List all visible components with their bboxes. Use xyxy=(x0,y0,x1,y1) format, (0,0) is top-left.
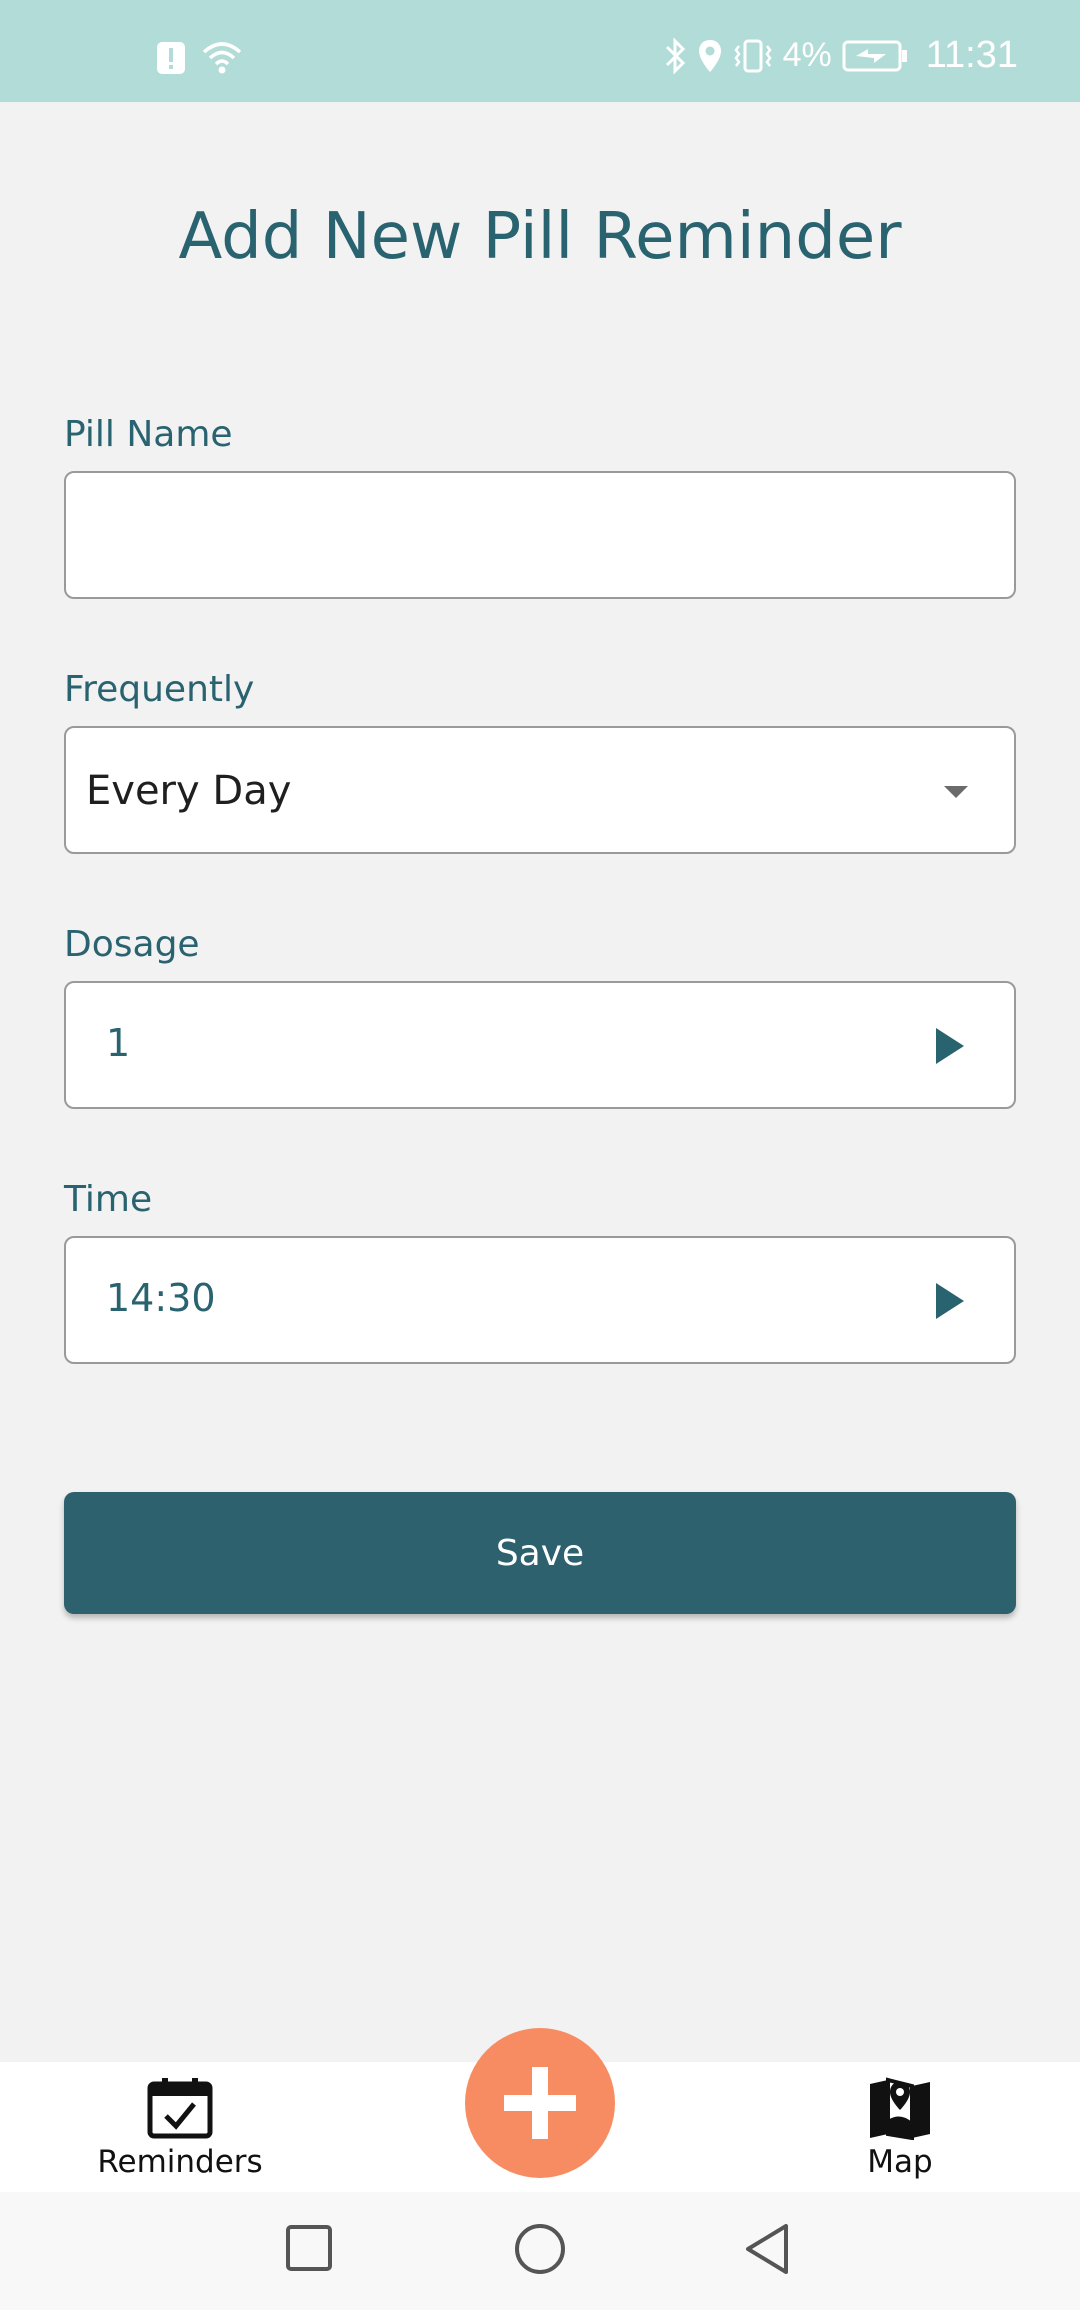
alert-icon xyxy=(157,42,185,74)
location-icon xyxy=(698,39,721,72)
system-nav-bar xyxy=(0,2192,1080,2310)
dosage-picker[interactable]: 1 xyxy=(64,981,1016,1109)
page-title: Add New Pill Reminder xyxy=(178,200,902,274)
pill-name-input[interactable] xyxy=(64,471,1016,599)
time-value: 14:30 xyxy=(106,1276,216,1320)
status-right-icons: 4% 11:31 xyxy=(663,34,1018,77)
status-left-icons xyxy=(156,40,244,76)
recent-apps-icon[interactable] xyxy=(285,2222,335,2276)
frequency-value: Every Day xyxy=(86,768,292,814)
nav-item-map[interactable]: Map xyxy=(840,2076,960,2180)
time-arrow-icon[interactable] xyxy=(936,1283,964,1319)
battery-percent: 4% xyxy=(782,36,832,74)
status-bar: 4% 11:31 xyxy=(0,0,1080,102)
save-button[interactable]: Save xyxy=(64,1492,1016,1614)
dropdown-caret-icon xyxy=(944,786,968,798)
bluetooth-icon xyxy=(665,36,685,75)
frequency-select[interactable]: Every Day xyxy=(64,726,1016,854)
back-icon[interactable] xyxy=(742,2222,792,2278)
dosage-label: Dosage xyxy=(64,924,200,965)
status-time: 11:31 xyxy=(925,34,1018,76)
nav-map-label: Map xyxy=(867,2144,933,2180)
nav-item-reminders[interactable]: Reminders xyxy=(97,2076,263,2180)
plus-icon xyxy=(504,2067,576,2139)
calendar-check-icon xyxy=(147,2078,213,2139)
nav-reminders-label: Reminders xyxy=(97,2144,263,2180)
map-pin-icon xyxy=(870,2077,930,2140)
time-label: Time xyxy=(64,1179,153,1220)
time-picker[interactable]: 14:30 xyxy=(64,1236,1016,1364)
battery-charging-icon xyxy=(842,40,907,71)
home-icon[interactable] xyxy=(512,2222,568,2278)
pill-name-label: Pill Name xyxy=(64,414,233,455)
frequency-label: Frequently xyxy=(64,669,255,710)
vibrate-icon xyxy=(734,39,772,72)
dosage-arrow-icon[interactable] xyxy=(936,1028,964,1064)
dosage-value: 1 xyxy=(106,1021,131,1065)
wifi-icon xyxy=(202,42,242,74)
add-reminder-fab[interactable] xyxy=(465,2028,615,2178)
